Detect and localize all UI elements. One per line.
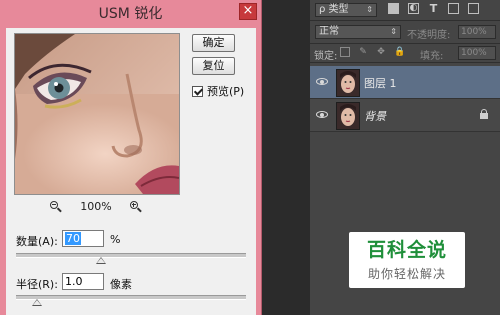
layer-name[interactable]: 背景	[364, 108, 386, 124]
amount-label: 数量(A):	[16, 235, 58, 248]
shape-filter-icon[interactable]	[448, 3, 459, 14]
layer-row-layer1[interactable]: 图层 1	[310, 66, 500, 99]
radius-slider[interactable]	[16, 295, 246, 306]
lock-label: 锁定:	[314, 51, 338, 62]
zoom-out-icon[interactable]	[50, 200, 63, 213]
opacity-label: 不透明度:	[407, 30, 451, 41]
lock-icons: ✎ ✥ 🔒	[340, 47, 405, 57]
image-filter-icon[interactable]	[388, 3, 399, 14]
radius-value: 1.0	[65, 275, 83, 288]
lock-fill-bar: 锁定: ✎ ✥ 🔒 填充: 100%	[310, 44, 500, 63]
layer-row-background[interactable]: 背景	[310, 99, 500, 132]
face-closeup-image	[15, 34, 179, 194]
amount-slider-thumb[interactable]	[96, 257, 106, 264]
layer-thumbnail	[336, 102, 360, 130]
watermark-subtitle: 助你轻松解决	[367, 267, 446, 281]
chevron-updown-icon: ⇕	[390, 27, 397, 36]
radius-slider-thumb[interactable]	[32, 299, 42, 306]
layer-filter-bar: ρ 类型 ⇕ ◐ T	[310, 0, 500, 21]
usm-sharpen-dialog: USM 锐化 × 确定 复位 预览(P) 100% 数量(A): 70 % 半径…	[0, 0, 262, 315]
eye-icon[interactable]	[316, 78, 328, 86]
reset-button[interactable]: 复位	[192, 57, 235, 75]
layer-name[interactable]: 图层 1	[364, 75, 397, 91]
zoom-controls: 100%	[14, 200, 178, 213]
adjustment-filter-icon[interactable]: ◐	[408, 3, 419, 14]
watermark-logo: 百科全说 助你轻松解决	[349, 232, 465, 288]
lock-all-icon[interactable]: 🔒	[394, 47, 405, 57]
fill-input[interactable]: 100%	[458, 46, 496, 60]
opacity-input[interactable]: 100%	[458, 25, 496, 39]
panel-gap	[262, 0, 310, 315]
layer-thumbnail	[336, 69, 360, 97]
zoom-level: 100%	[80, 200, 112, 213]
amount-unit: %	[110, 233, 121, 246]
lock-icon	[480, 109, 488, 119]
close-button[interactable]: ×	[239, 3, 257, 20]
radius-label: 半径(R):	[16, 278, 58, 291]
amount-value: 70	[65, 232, 81, 245]
filter-icons: ◐ T	[388, 3, 479, 14]
lock-position-icon[interactable]: ✥	[376, 47, 386, 57]
preview-label: 预览(P)	[207, 85, 245, 98]
ok-button[interactable]: 确定	[192, 34, 235, 52]
lock-transparent-icon[interactable]	[340, 47, 350, 57]
blend-opacity-bar: 正常 ⇕ 不透明度: 100%	[310, 21, 500, 44]
kind-filter-select[interactable]: ρ 类型 ⇕	[315, 3, 377, 17]
smart-object-filter-icon[interactable]	[468, 3, 479, 14]
amount-slider[interactable]	[16, 253, 246, 264]
checkbox-checked-icon[interactable]	[192, 85, 203, 97]
radius-unit: 像素	[110, 278, 132, 291]
dialog-title: USM 锐化	[98, 6, 163, 22]
watermark-title: 百科全说	[366, 239, 447, 261]
dialog-body: 确定 复位 预览(P) 100% 数量(A): 70 % 半径(R): 1.0 …	[6, 28, 256, 315]
amount-input[interactable]: 70	[62, 230, 104, 247]
zoom-in-icon[interactable]	[129, 200, 142, 213]
type-filter-icon[interactable]: T	[428, 3, 439, 14]
radius-input[interactable]: 1.0	[62, 273, 104, 290]
lock-image-icon[interactable]: ✎	[358, 47, 368, 57]
fill-label: 填充:	[420, 51, 444, 62]
preview-image[interactable]	[14, 33, 180, 195]
preview-checkbox[interactable]: 预览(P)	[192, 83, 244, 99]
blend-mode-select[interactable]: 正常 ⇕	[315, 25, 401, 39]
chevron-updown-icon: ⇕	[366, 5, 373, 14]
eye-icon[interactable]	[316, 111, 328, 119]
